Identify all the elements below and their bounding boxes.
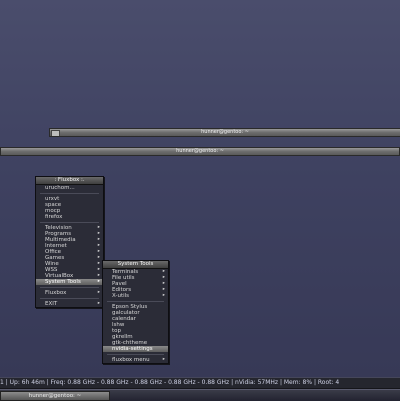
menu-item-firefox[interactable]: firefox [36,214,103,220]
window-title: hunner@gentoo: ~ [201,129,249,135]
window-titlebar-2[interactable]: hunner@gentoo: ~ [0,147,400,156]
menu-item-nvidia-settings[interactable]: nvidia-settings [103,346,168,352]
menu-separator [40,193,99,194]
menu-separator [40,222,99,223]
status-bar: 1 | Up: 6h 46m | Freq: 0.88 GHz - 0.88 G… [0,377,400,389]
submenu-arrow-icon: ▸ [162,357,165,362]
menu-item-label: firefox [45,214,63,220]
menu-items: uruchom... urxvt space mocp firefox Televisio… [36,185,103,307]
system-tools-submenu: System Tools Terminals ▸ File utils ▸ Pavel ▸… [102,260,169,364]
menu-item-label: uruchom... [45,185,75,191]
menu-item-label: System Tools [45,279,81,285]
submenu-items: Terminals ▸ File utils ▸ Pavel ▸ Editors ▸ X-uti… [103,269,168,363]
taskbar: hunner@gentoo: ~ [0,389,400,401]
menu-item-label: nvidia-settings [112,346,153,352]
menu-separator [107,301,164,302]
menu-item-exit[interactable]: EXIT ▸ [36,301,103,307]
submenu-arrow-icon: ▸ [97,279,100,284]
menu-item-label: X-utils [112,293,130,299]
menu-title: : Fluxbox :. [36,177,103,185]
menu-item-label: EXIT [45,301,58,307]
menu-item-uruchom[interactable]: uruchom... [36,185,103,191]
status-text: 1 | Up: 6h 46m | Freq: 0.88 GHz - 0.88 G… [0,379,340,386]
menu-item-label: fluxbox menu [112,357,150,363]
window-button-icon[interactable] [51,130,60,136]
menu-item-fluxbox-menu[interactable]: fluxbox menu ▸ [103,357,168,363]
menu-separator [40,298,99,299]
menu-item-label: Fluxbox [45,290,67,296]
menu-separator [107,354,164,355]
menu-separator [40,287,99,288]
submenu-arrow-icon: ▸ [97,290,100,295]
submenu-title: System Tools [103,261,168,269]
root-menu: : Fluxbox :. uruchom... urxvt space mocp fir… [35,176,104,308]
window-title: hunner@gentoo: ~ [176,148,224,154]
window-titlebar-1[interactable]: hunner@gentoo: ~ [49,128,400,137]
menu-item-fluxbox[interactable]: Fluxbox ▸ [36,290,103,296]
submenu-arrow-icon: ▸ [97,301,100,306]
submenu-arrow-icon: ▸ [162,293,165,298]
menu-item-system-tools[interactable]: System Tools ▸ [36,279,103,285]
menu-item-x-utils[interactable]: X-utils ▸ [103,293,168,299]
